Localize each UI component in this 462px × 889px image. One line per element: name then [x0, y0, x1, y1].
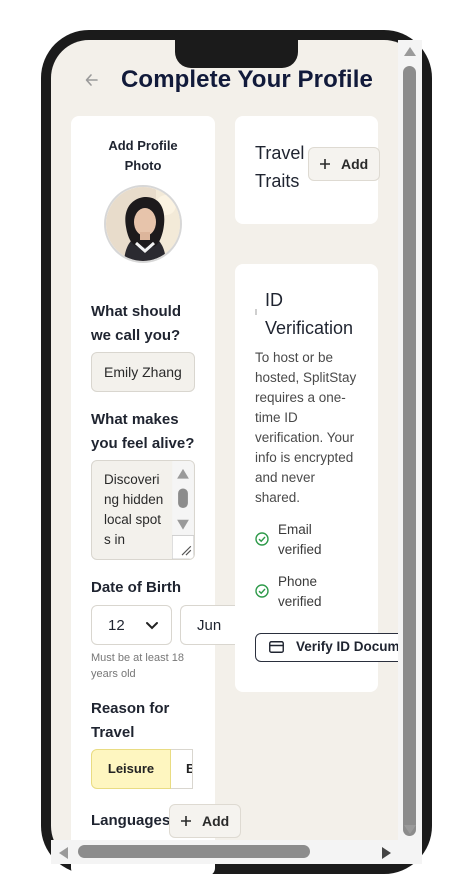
dob-hint: Must be at least 18 years old: [91, 652, 184, 680]
alive-label: What makes you feel alive?: [91, 411, 195, 452]
check-circle-icon: [255, 584, 269, 598]
reason-label: Reason for Travel: [91, 700, 170, 741]
scroll-left-arrow-icon[interactable]: [57, 845, 69, 861]
dob-day-value: 12: [108, 617, 125, 634]
name-input[interactable]: Emily Zhang: [91, 352, 195, 392]
scroll-up-arrow-icon[interactable]: [402, 45, 418, 57]
horizontal-scrollbar-thumb[interactable]: [78, 845, 310, 858]
add-language-label: Add: [202, 813, 230, 829]
plus-icon: [181, 816, 191, 826]
email-verified-text: Email verified: [278, 522, 322, 557]
reason-option-leisure[interactable]: Leisure: [91, 749, 171, 789]
dob-day-select[interactable]: 12: [91, 605, 172, 645]
id-verification-title: ID Verification: [265, 290, 354, 338]
languages-label: Languages: [91, 812, 171, 829]
textarea-scrollbar[interactable]: [172, 461, 194, 559]
phone-verified-text: Phone verified: [278, 574, 322, 609]
plus-icon: [320, 159, 330, 169]
page-title: Complete Your Profile: [121, 66, 373, 93]
id-card-icon: [269, 641, 284, 653]
scroll-right-arrow-icon[interactable]: [381, 845, 393, 861]
arrow-left-icon[interactable]: [84, 70, 100, 90]
email-verified-row: Email verified: [255, 520, 363, 560]
verify-id-label: Verify ID Docum: [296, 639, 400, 654]
travel-traits-title: Travel Traits: [255, 143, 305, 191]
add-trait-button[interactable]: Add: [308, 147, 380, 181]
add-profile-photo-label: Add Profile Photo: [108, 138, 178, 173]
shield-icon: [255, 309, 257, 315]
scroll-down-arrow-icon[interactable]: [402, 824, 418, 836]
phone-verified-row: Phone verified: [255, 572, 363, 612]
verify-id-button[interactable]: Verify ID Docum: [255, 633, 415, 662]
dob-month-value: Jun: [197, 617, 222, 634]
id-verification-description: To host or be hosted, SplitStay requires…: [255, 350, 357, 505]
reason-option-business[interactable]: B: [171, 749, 193, 789]
alive-text: Discovering hidden local spots in: [104, 472, 164, 547]
chevron-down-icon: [146, 622, 158, 630]
name-label: What should we call you?: [91, 303, 181, 344]
avatar[interactable]: [104, 185, 182, 263]
add-trait-label: Add: [341, 156, 369, 172]
alive-textarea[interactable]: Discovering hidden local spots in: [91, 460, 195, 560]
phone-notch: [175, 40, 298, 68]
add-language-button[interactable]: Add: [169, 804, 241, 838]
check-circle-icon: [255, 532, 269, 546]
dob-label: Date of Birth: [91, 579, 181, 596]
vertical-scrollbar-thumb[interactable]: [403, 66, 416, 836]
